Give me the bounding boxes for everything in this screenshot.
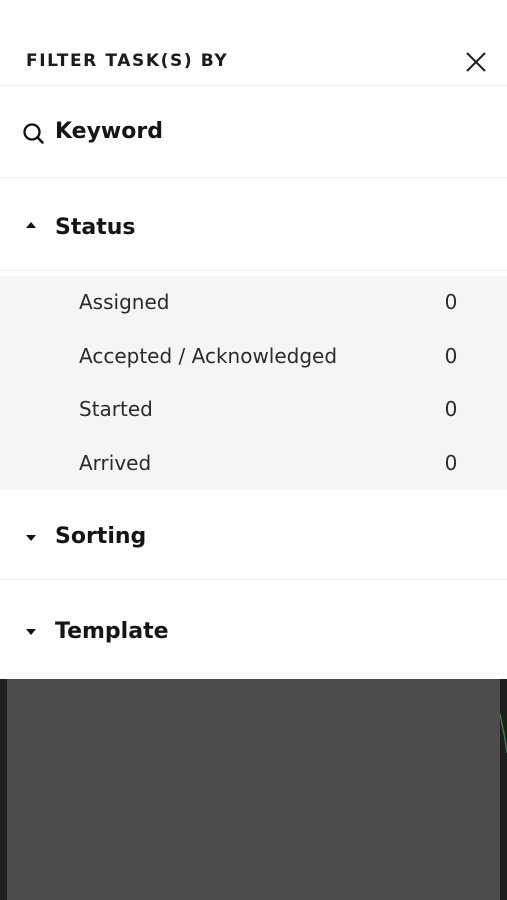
- status-option-count: 0: [444, 397, 458, 421]
- status-option-count: 0: [444, 451, 458, 475]
- template-label: Template: [55, 619, 169, 644]
- close-icon: [466, 52, 486, 72]
- background-chart-line: [500, 713, 507, 754]
- status-section-header[interactable]: Status: [0, 178, 507, 271]
- template-section-header[interactable]: Template: [0, 580, 507, 679]
- caret-up-icon: [26, 222, 36, 228]
- sorting-section-header[interactable]: Sorting: [0, 490, 507, 580]
- status-option-accepted[interactable]: Accepted / Acknowledged 0: [0, 330, 507, 384]
- panel-title: FILTER TASK(S) BY: [26, 51, 229, 71]
- modal-backdrop[interactable]: [0, 679, 507, 900]
- caret-down-icon: [26, 535, 36, 541]
- status-option-arrived[interactable]: Arrived 0: [0, 437, 507, 491]
- status-option-started[interactable]: Started 0: [0, 383, 507, 437]
- search-icon: [23, 123, 44, 144]
- status-options-list: Assigned 0 Accepted / Acknowledged 0 Sta…: [0, 276, 507, 490]
- status-option-label: Started: [79, 397, 153, 421]
- status-option-label: Arrived: [79, 451, 152, 475]
- filter-panel: FILTER TASK(S) BY Keyword Status Assigne…: [0, 0, 507, 679]
- status-option-count: 0: [444, 290, 458, 314]
- panel-header: FILTER TASK(S) BY: [0, 0, 507, 86]
- sorting-label: Sorting: [55, 524, 147, 549]
- keyword-filter[interactable]: Keyword: [0, 87, 507, 178]
- status-option-label: Assigned: [79, 290, 170, 314]
- status-label: Status: [55, 215, 136, 240]
- status-option-assigned[interactable]: Assigned 0: [0, 276, 507, 330]
- status-option-count: 0: [444, 344, 458, 368]
- status-option-label: Accepted / Acknowledged: [79, 344, 338, 368]
- close-button[interactable]: [462, 48, 490, 76]
- caret-down-icon: [26, 629, 36, 635]
- keyword-label: Keyword: [55, 119, 163, 144]
- backdrop-edge-left: [0, 679, 7, 900]
